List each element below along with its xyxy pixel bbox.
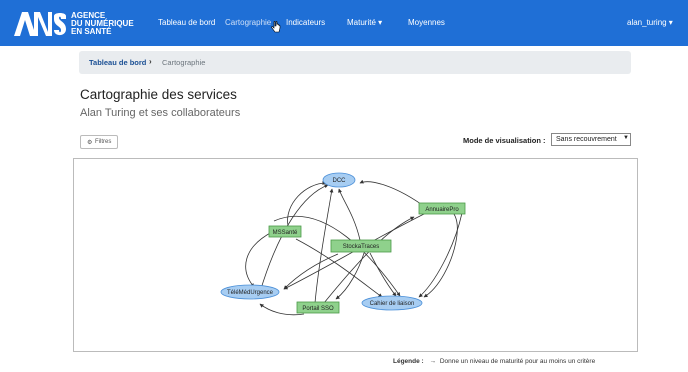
node-portail[interactable]: Portail SSO xyxy=(296,301,340,314)
service-map-graph: DCC AnnuairePro MSSanté StockaTraces Tél… xyxy=(220,172,466,316)
edge-annuaire-cahier-2 xyxy=(423,208,458,298)
edge-stocka-cahier xyxy=(369,252,397,297)
node-stocka[interactable]: StockaTraces xyxy=(330,239,392,253)
node-label: DCC xyxy=(333,178,347,184)
chevron-down-icon: ▼ xyxy=(623,135,629,141)
node-mss[interactable]: MSSanté xyxy=(268,225,302,238)
node-label: Cahier de liaison xyxy=(370,301,415,307)
legend-text: Donne un niveau de maturité pour au moin… xyxy=(439,358,596,365)
top-navbar: AGENCE DU NUMÉRIQUE EN SANTÉ Tableau de … xyxy=(0,0,688,46)
node-tele[interactable]: TéléMédUrgence xyxy=(220,284,280,300)
node-cahier[interactable]: Cahier de liaison xyxy=(361,295,423,311)
breadcrumb-current: Cartographie xyxy=(162,58,206,67)
user-menu-dropdown[interactable]: alan_turing ▾ xyxy=(627,18,673,27)
arrow-right-icon: → xyxy=(429,358,437,365)
visualization-mode-label: Mode de visualisation : xyxy=(463,136,546,145)
breadcrumb-separator: › xyxy=(149,57,152,66)
page-subtitle: Alan Turing et ses collaborateurs xyxy=(80,107,241,119)
node-label: StockaTraces xyxy=(343,244,379,250)
filters-label: Filtres xyxy=(95,139,112,145)
page-title: Cartographie des services xyxy=(80,87,237,102)
edge-stocka-dcc xyxy=(338,188,361,241)
nav-moyennes[interactable]: Moyennes xyxy=(408,18,445,27)
node-annuaire[interactable]: AnnuairePro xyxy=(418,202,466,215)
gear-icon: ⚙ xyxy=(87,140,93,146)
nav-indicateurs[interactable]: Indicateurs xyxy=(286,18,325,27)
edge-annuaire-dcc xyxy=(359,179,429,210)
brand-name: AGENCE DU NUMÉRIQUE EN SANTÉ xyxy=(71,12,134,36)
legend: Légende : → Donne un niveau de maturité … xyxy=(393,358,595,365)
edge-mss-tele xyxy=(245,231,273,288)
node-label: MSSanté xyxy=(273,230,298,236)
nav-maturite-dropdown[interactable]: Maturité ▾ xyxy=(347,18,382,27)
node-label: AnnuairePro xyxy=(425,207,459,213)
breadcrumb-home-link[interactable]: Tableau de bord xyxy=(89,58,146,67)
ans-logo-icon xyxy=(14,12,66,36)
edge-annuaire-cahier xyxy=(418,212,463,298)
node-dcc[interactable]: DCC xyxy=(322,172,356,188)
nav-cartographie[interactable]: Cartographie xyxy=(225,18,271,27)
brand-line-3: EN SANTÉ xyxy=(71,27,112,36)
service-map-canvas[interactable]: DCC AnnuairePro MSSanté StockaTraces Tél… xyxy=(73,158,638,352)
node-label: TéléMédUrgence xyxy=(227,290,274,296)
visualization-mode-select[interactable]: Sans recouvrement ▼ xyxy=(551,133,631,146)
visualization-mode-value: Sans recouvrement xyxy=(556,136,617,143)
breadcrumb: Tableau de bord › Cartographie xyxy=(79,51,631,74)
legend-title: Légende : xyxy=(393,358,424,365)
node-label: Portail SSO xyxy=(302,306,334,312)
hand-cursor-icon xyxy=(271,21,281,33)
filters-button[interactable]: ⚙ Filtres xyxy=(80,135,118,149)
nav-tableau-de-bord[interactable]: Tableau de bord xyxy=(158,18,215,27)
edge-portail-dcc xyxy=(314,188,334,304)
edge-mss-dcc xyxy=(287,181,327,227)
edge-stocka-portail xyxy=(335,252,365,300)
